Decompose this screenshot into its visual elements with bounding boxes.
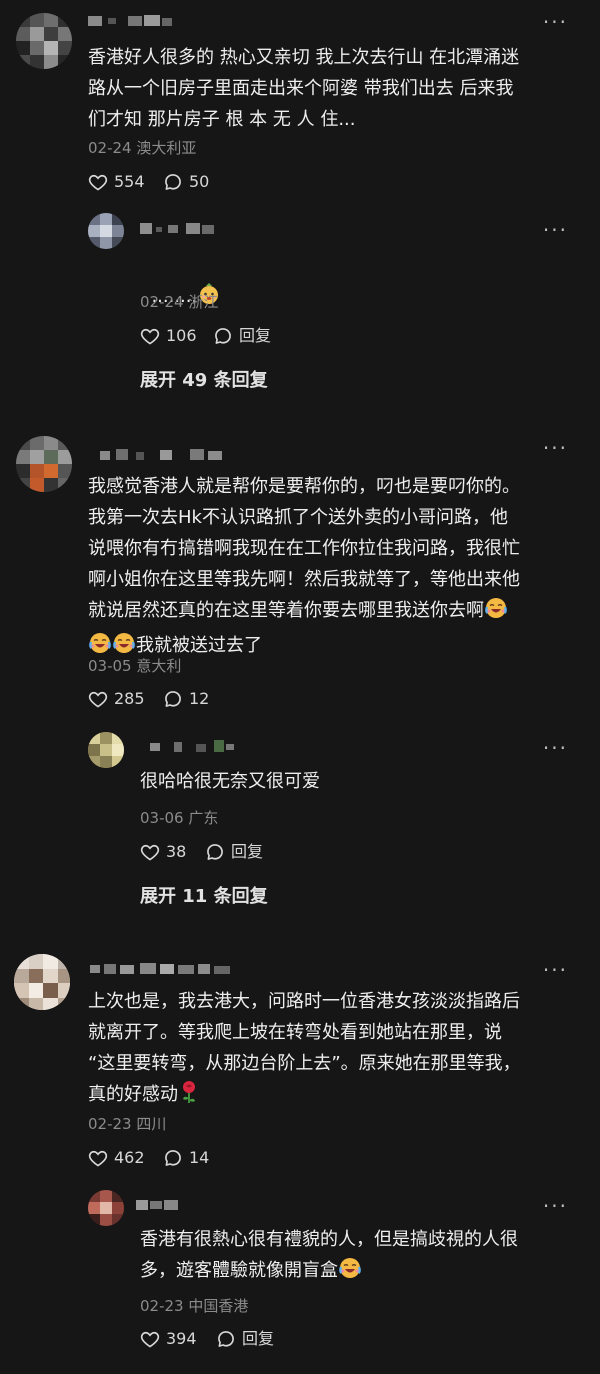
username-blurred[interactable]: [100, 446, 240, 462]
avatar[interactable]: [88, 1190, 124, 1226]
like-button[interactable]: 462: [88, 1148, 145, 1168]
heart-icon: [88, 1150, 108, 1167]
reply-meta: 03-06 广东: [140, 808, 218, 828]
more-options-icon[interactable]: ···: [528, 438, 568, 458]
reply-location: 中国香港: [188, 1297, 249, 1315]
heart-icon: [140, 844, 160, 861]
crying-laughing-face-icon: [338, 1256, 362, 1290]
expand-replies-button[interactable]: 展开 11 条回复: [140, 886, 268, 908]
like-button[interactable]: 38: [140, 842, 186, 862]
heart-icon: [88, 691, 108, 708]
comment-text: 我感觉香港人就是帮你是要帮你的，叼也是要叼你的。 我第一次去Hk不认识路抓了个送…: [88, 471, 588, 665]
more-options-icon[interactable]: ···: [528, 220, 568, 240]
speech-bubble-icon: [165, 174, 181, 190]
reply-button[interactable]: 50: [163, 172, 209, 192]
speech-bubble-icon: [215, 328, 231, 344]
more-options-icon[interactable]: ···: [528, 738, 568, 758]
reply-meta: 02-23 中国香港: [140, 1296, 248, 1316]
comment-text: 香港好人很多的 热心又亲切 我上次去行山 在北潭涌迷 路从一个旧房子里面走出来个…: [88, 47, 520, 130]
reply-location: 浙江: [188, 293, 219, 311]
username-blurred[interactable]: [150, 738, 240, 754]
like-count: 38: [166, 842, 187, 861]
reply-button[interactable]: 12: [163, 689, 209, 709]
avatar[interactable]: [88, 213, 124, 249]
reply-label: 回复: [239, 326, 272, 345]
reply-date: 02-23: [140, 1297, 184, 1315]
heart-icon: [140, 328, 160, 345]
reply-count: 14: [189, 1148, 210, 1167]
like-button[interactable]: 285: [88, 689, 145, 709]
more-options-icon[interactable]: ···: [528, 1196, 568, 1216]
speech-bubble-icon: [165, 1150, 181, 1166]
comment-date: 02-24: [88, 139, 132, 157]
comment-content: 上次也是，我去港大，问路时一位香港女孩淡淡指路后 就离开了。等我爬上坡在转弯处看…: [88, 991, 521, 1105]
comment-location: 四川: [136, 1115, 167, 1133]
comment-date: 02-23: [88, 1115, 132, 1133]
reply-text: 香港有很熱心很有禮貌的人，但是搞歧視的人很 多，遊客體驗就像開盲盒: [140, 1224, 580, 1290]
like-count: 554: [114, 172, 145, 191]
avatar[interactable]: [16, 13, 72, 69]
heart-icon: [140, 1331, 160, 1348]
reply-label: 回复: [242, 1329, 275, 1348]
like-button[interactable]: 106: [140, 326, 197, 346]
reply-date: 02-24: [140, 293, 184, 311]
reply-meta: 02-24 浙江: [140, 292, 218, 312]
avatar[interactable]: [14, 954, 70, 1010]
reply-location: 广东: [188, 809, 219, 827]
avatar[interactable]: [88, 732, 124, 768]
comment-content: 我感觉香港人就是帮你是要帮你的，叼也是要叼你的。 我第一次去Hk不认识路抓了个送…: [88, 476, 520, 621]
more-options-icon[interactable]: ···: [528, 12, 568, 32]
like-count: 106: [166, 326, 197, 345]
comment-content-tail: 我就被送过去了: [136, 635, 262, 656]
reply-button[interactable]: 回复: [216, 1329, 274, 1349]
reply-text: 很哈哈很无奈又很可爱: [140, 771, 320, 792]
username-blurred[interactable]: [88, 12, 178, 28]
speech-bubble-icon: [165, 691, 181, 707]
comment-meta: 02-23 四川: [88, 1114, 166, 1134]
username-blurred[interactable]: [140, 220, 220, 236]
crying-laughing-face-icon: [484, 596, 508, 630]
like-button[interactable]: 394: [140, 1329, 197, 1349]
like-count: 462: [114, 1148, 145, 1167]
username-blurred[interactable]: [136, 1196, 186, 1212]
comment-meta: 03-05 意大利: [88, 656, 181, 676]
comment-text: 上次也是，我去港大，问路时一位香港女孩淡淡指路后 就离开了。等我爬上坡在转弯处看…: [88, 986, 588, 1114]
rose-icon: [178, 1080, 200, 1114]
reply-count: 50: [189, 172, 210, 191]
expand-replies-button[interactable]: 展开 49 条回复: [140, 370, 268, 392]
comment-meta: 02-24 澳大利亚: [88, 138, 196, 158]
username-blurred[interactable]: [90, 960, 250, 976]
like-button[interactable]: 554: [88, 172, 145, 192]
like-count: 394: [166, 1329, 197, 1348]
reply-button[interactable]: 回复: [213, 326, 271, 346]
like-count: 285: [114, 689, 145, 708]
comment-location: 意大利: [136, 657, 182, 675]
comment-location: 澳大利亚: [136, 139, 197, 157]
speech-bubble-icon: [218, 1331, 234, 1347]
speech-bubble-icon: [207, 844, 223, 860]
reply-content: 香港有很熱心很有禮貌的人，但是搞歧視的人很 多，遊客體驗就像開盲盒: [140, 1229, 518, 1281]
reply-label: 回复: [231, 842, 264, 861]
reply-date: 03-06: [140, 809, 184, 827]
avatar[interactable]: [16, 436, 72, 492]
reply-button[interactable]: 回复: [205, 842, 263, 862]
reply-button[interactable]: 14: [163, 1148, 209, 1168]
reply-count: 12: [189, 689, 210, 708]
comment-date: 03-05: [88, 657, 132, 675]
heart-icon: [88, 174, 108, 191]
more-options-icon[interactable]: ···: [528, 960, 568, 980]
